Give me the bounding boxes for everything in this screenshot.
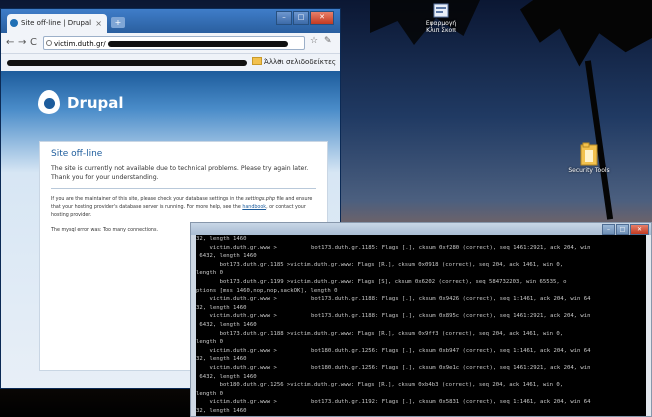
terminal-line: ptions [mss 1460,nop,nop,sackOK], length… <box>196 287 646 296</box>
terminal-line-text: 32, length 1460 <box>196 407 247 414</box>
terminal-line: 6432, length 1460 <box>196 373 646 382</box>
terminal-line-text: victim.duth.gr.www > <box>196 313 277 320</box>
page-title: Site off-line <box>51 149 103 159</box>
browser-toolbar: ← → C victim.duth.gr/ ☆ ✎ <box>1 33 340 54</box>
redacted-url-part <box>107 41 288 47</box>
terminal-maximize-button[interactable]: □ <box>616 224 629 235</box>
terminal-output[interactable]: 32, length 1460 victim.duth.gr.www > bot1… <box>196 235 646 416</box>
terminal-line: 6432, length 1460 <box>196 252 646 261</box>
terminal-line: 6432, length 1460 <box>196 321 646 330</box>
settings-file-name: settings.php <box>245 197 276 202</box>
terminal-line-text: victim.duth.gr.www > <box>196 364 277 371</box>
terminal-line-packet: bot180.duth.gr.1256 >victim.duth.gr.www:… <box>196 382 564 389</box>
desktop-icon-label: Εφαρμογή Κλιπ Σκοπ <box>425 20 457 34</box>
divider <box>51 188 316 189</box>
terminal-line-text: 6432, length 1460 <box>196 253 257 260</box>
browser-titlebar[interactable]: Site off-line | Drupal × + – □ ✕ <box>1 9 340 33</box>
drupal-favicon-icon <box>10 19 18 27</box>
terminal-line-text: ptions [mss 1460,nop,nop,sackOK], length… <box>196 287 338 294</box>
terminal-line-packet: bot173.duth.gr.1185 >victim.duth.gr.www:… <box>196 261 564 268</box>
wrench-menu-icon[interactable]: ✎ <box>324 36 332 46</box>
terminal-line-text: victim.duth.gr.www > <box>196 244 277 251</box>
terminal-line-text: length 0 <box>196 270 223 277</box>
terminal-line: bot173.duth.gr.1199 >victim.duth.gr.www:… <box>196 278 646 287</box>
terminal-scrollbar[interactable] <box>646 235 651 416</box>
mysql-error-text: The mysql error was: Too many connection… <box>51 228 158 233</box>
terminal-line-text: 6432, length 1460 <box>196 373 257 380</box>
terminal-line-packet: bot180.duth.gr.1256: Flags [.], cksum 0x… <box>311 347 591 354</box>
terminal-line-text: 6432, length 1460 <box>196 321 257 328</box>
address-url: victim.duth.gr/ <box>54 40 106 48</box>
tab-close-icon[interactable]: × <box>95 14 102 33</box>
redacted-bookmarks <box>7 60 247 66</box>
terminal-line: length 0 <box>196 269 646 278</box>
terminal-line-text: victim.duth.gr.www > <box>196 296 277 303</box>
window-controls: – □ ✕ <box>276 11 334 25</box>
terminal-line-text: victim.duth.gr.www > <box>196 399 277 406</box>
other-bookmarks-folder[interactable]: Άλλοι σελιδοδείκτες <box>252 57 336 66</box>
tab-title: Site off-line | Drupal <box>21 19 92 27</box>
maximize-button[interactable]: □ <box>293 11 309 25</box>
terminal-line-text: victim.duth.gr.www > <box>196 347 277 354</box>
browser-tab[interactable]: Site off-line | Drupal × <box>7 14 107 33</box>
terminal-line-text: length 0 <box>196 339 223 346</box>
address-bar[interactable]: victim.duth.gr/ <box>43 36 305 50</box>
folder-icon <box>580 142 598 166</box>
terminal-line-packet: bot173.duth.gr.1188 >victim.duth.gr.www:… <box>196 330 564 337</box>
terminal-minimize-button[interactable]: – <box>602 224 615 235</box>
terminal-line-text: 32, length 1460 <box>196 236 247 242</box>
terminal-line: victim.duth.gr.www > bot173.duth.gr.1188:… <box>196 312 646 321</box>
maintainer-note-part1: If you are the maintainer of this site, … <box>51 197 246 202</box>
back-arrow-icon[interactable]: ← <box>6 36 14 50</box>
close-button[interactable]: ✕ <box>310 11 334 25</box>
terminal-close-button[interactable]: ✕ <box>630 224 649 235</box>
terminal-line: victim.duth.gr.www > bot173.duth.gr.1192:… <box>196 398 646 407</box>
terminal-line-packet: bot173.duth.gr.1188: Flags [.], cksum 0x… <box>311 296 591 303</box>
terminal-window: – □ ✕ 32, length 1460 victim.duth.gr.www… <box>190 222 652 417</box>
folder-icon <box>252 57 263 65</box>
terminal-line: 32, length 1460 <box>196 407 646 416</box>
terminal-line-packet: bot173.duth.gr.1185: Flags [.], cksum 0x… <box>311 244 591 251</box>
terminal-window-controls: – □ ✕ <box>602 224 649 235</box>
handbook-link[interactable]: handbook <box>242 205 266 210</box>
terminal-line-packet: bot173.duth.gr.1192: Flags [.], cksum 0x… <box>311 399 591 406</box>
terminal-line: bot173.duth.gr.1188 >victim.duth.gr.www:… <box>196 330 646 339</box>
palm-trunk-silhouette <box>584 60 614 220</box>
terminal-line: length 0 <box>196 390 646 399</box>
other-bookmarks-label: Άλλοι σελιδοδείκτες <box>264 58 336 66</box>
terminal-line: victim.duth.gr.www > bot180.duth.gr.1256:… <box>196 364 646 373</box>
forward-arrow-icon[interactable]: → <box>18 36 26 50</box>
terminal-line: 32, length 1460 <box>196 355 646 364</box>
desktop-icon-security-tools[interactable]: Security Tools <box>567 142 611 175</box>
palm-tree-silhouette <box>520 0 652 67</box>
terminal-line: bot180.duth.gr.1256 >victim.duth.gr.www:… <box>196 381 646 390</box>
terminal-line-packet: bot173.duth.gr.1188: Flags [.], cksum 0x… <box>311 313 591 320</box>
terminal-line: victim.duth.gr.www > bot173.duth.gr.1185:… <box>196 244 646 253</box>
page-info-icon <box>46 40 52 46</box>
terminal-line: 32, length 1460 <box>196 304 646 313</box>
terminal-titlebar[interactable]: – □ ✕ <box>191 223 651 235</box>
desktop-icon-shortcut[interactable]: Εφαρμογή Κλιπ Σκοπ <box>419 3 463 34</box>
terminal-line: bot173.duth.gr.1185 >victim.duth.gr.www:… <box>196 261 646 270</box>
terminal-line: 32, length 1460 <box>196 235 646 244</box>
terminal-line-packet: bot173.duth.gr.1199 >victim.duth.gr.www:… <box>196 278 567 285</box>
terminal-line-text: 32, length 1460 <box>196 304 247 311</box>
bookmark-star-icon[interactable]: ☆ <box>310 36 318 46</box>
terminal-line-packet: bot180.duth.gr.1256: Flags [.], cksum 0x… <box>311 364 591 371</box>
desktop-icon-label: Security Tools <box>568 167 610 174</box>
reload-icon[interactable]: C <box>30 36 37 50</box>
drupal-brand: Drupal <box>67 94 124 112</box>
terminal-line-text: length 0 <box>196 390 223 397</box>
terminal-line: victim.duth.gr.www > bot180.duth.gr.1256:… <box>196 347 646 356</box>
new-tab-button[interactable]: + <box>111 17 125 28</box>
terminal-line: victim.duth.gr.www > bot173.duth.gr.1188:… <box>196 295 646 304</box>
maintainer-note: If you are the maintainer of this site, … <box>51 196 319 220</box>
drupal-logo-icon <box>38 90 60 114</box>
minimize-button[interactable]: – <box>276 11 292 25</box>
terminal-line-text: 32, length 1460 <box>196 356 247 363</box>
offline-message: The site is currently not available due … <box>51 165 309 181</box>
shortcut-icon <box>433 3 449 18</box>
terminal-line: length 0 <box>196 338 646 347</box>
